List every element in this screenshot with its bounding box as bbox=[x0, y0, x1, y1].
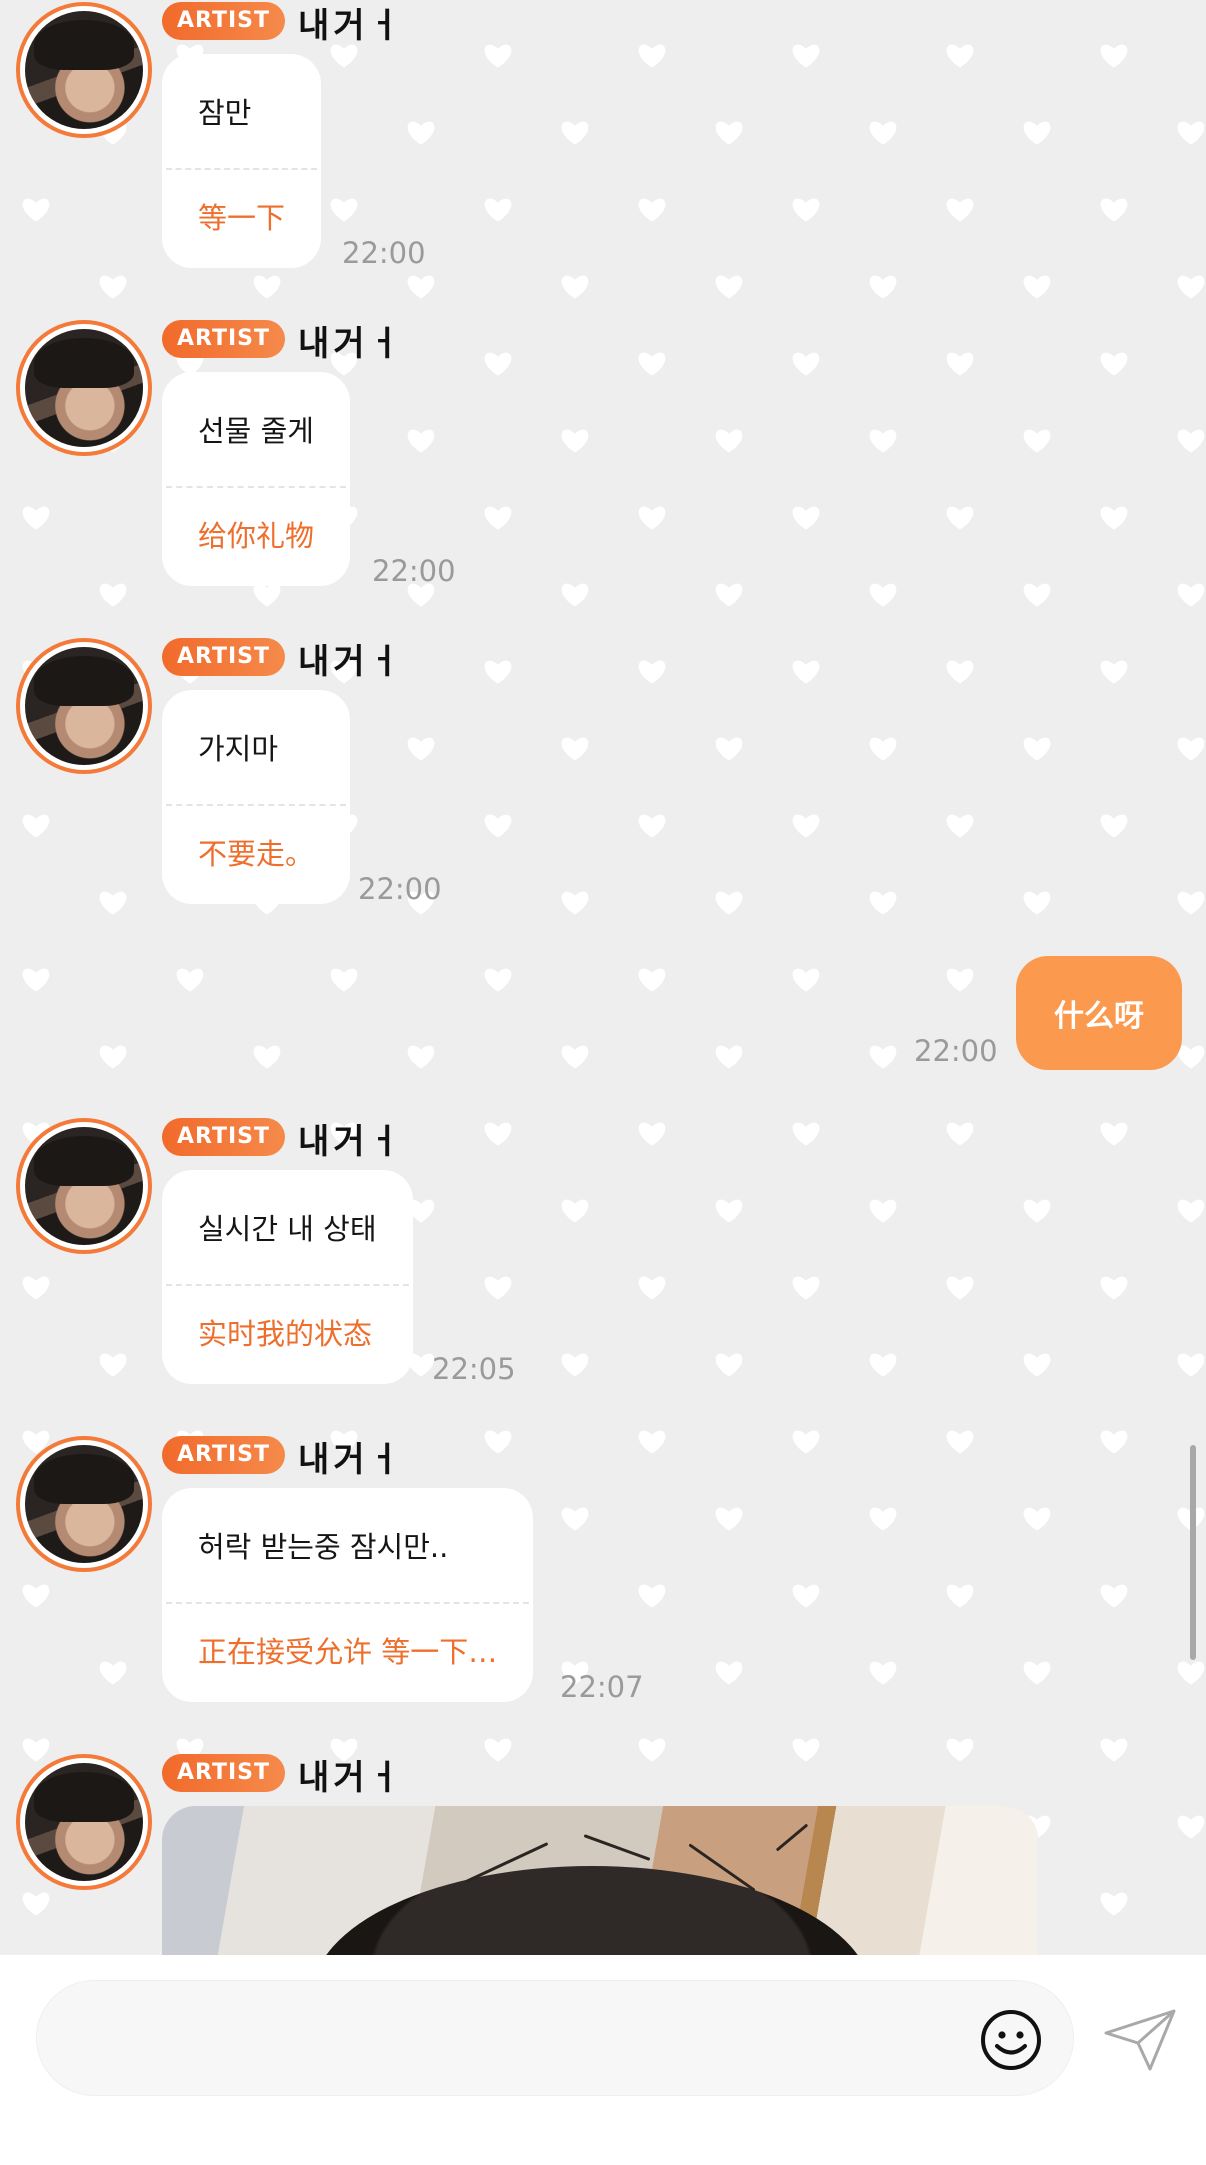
artist-badge: ARTIST bbox=[162, 638, 286, 676]
message-bubble[interactable]: 선물 줄게 给你礼物 bbox=[162, 372, 351, 586]
scrollbar[interactable] bbox=[1190, 1445, 1196, 1660]
message-time: 22:00 bbox=[358, 872, 442, 906]
message-time: 22:00 bbox=[342, 236, 426, 270]
artist-avatar[interactable] bbox=[16, 638, 152, 774]
sender-name: 내거ㅓ bbox=[298, 1758, 404, 1798]
artist-badge: ARTIST bbox=[162, 1118, 286, 1156]
original-text: 선물 줄게 bbox=[198, 414, 314, 448]
message-time: 22:00 bbox=[372, 554, 456, 588]
sender-name: 내거ㅓ bbox=[298, 6, 404, 46]
artist-badge: ARTIST bbox=[162, 320, 286, 358]
sender-name: 내거ㅓ bbox=[298, 324, 404, 364]
message-bubble[interactable]: 가지마 不要走。 bbox=[162, 690, 351, 904]
message-bubble[interactable]: 실시간 내 상태 实时我的状态 bbox=[162, 1170, 413, 1384]
smiley-icon[interactable] bbox=[978, 2007, 1044, 2073]
paper-plane-icon[interactable] bbox=[1100, 2003, 1180, 2077]
message-bubble[interactable]: 잠만 等一下 bbox=[162, 54, 322, 268]
translated-text: 不要走。 bbox=[198, 837, 315, 871]
artist-badge: ARTIST bbox=[162, 1754, 286, 1792]
artist-avatar[interactable] bbox=[16, 1754, 152, 1890]
my-message-bubble[interactable]: 什么呀 bbox=[1016, 956, 1182, 1070]
original-text: 실시간 내 상태 bbox=[198, 1212, 377, 1246]
original-text: 가지마 bbox=[198, 732, 279, 766]
artist-avatar[interactable] bbox=[16, 320, 152, 456]
message-composer bbox=[0, 1955, 1206, 2165]
chat-message-list[interactable]: ARTIST 내거ㅓ 잠만 等一下 22:00 ARTIST 내거ㅓ 선물 줄게… bbox=[0, 0, 1206, 1955]
artist-badge: ARTIST bbox=[162, 2, 286, 40]
sender-name: 내거ㅓ bbox=[298, 1440, 404, 1480]
original-text: 허락 받는중 잠시만.. bbox=[198, 1530, 449, 1564]
message-time: 22:05 bbox=[432, 1352, 516, 1386]
translated-text: 等一下 bbox=[198, 201, 286, 235]
sender-name: 내거ㅓ bbox=[298, 1122, 404, 1162]
artist-badge: ARTIST bbox=[162, 1436, 286, 1474]
translated-text: 正在接受允许 等一下… bbox=[198, 1635, 498, 1669]
message-bubble[interactable]: 허락 받는중 잠시만.. 正在接受允许 等一下… bbox=[162, 1488, 534, 1702]
artist-avatar[interactable] bbox=[16, 1436, 152, 1572]
message-input[interactable] bbox=[36, 1980, 1074, 2096]
sender-name: 내거ㅓ bbox=[298, 642, 404, 682]
photo-attachment[interactable] bbox=[162, 1806, 1038, 1955]
translated-text: 实时我的状态 bbox=[198, 1317, 373, 1351]
translated-text: 给你礼物 bbox=[198, 519, 315, 553]
message-time: 22:07 bbox=[560, 1670, 644, 1704]
original-text: 잠만 bbox=[198, 96, 252, 130]
artist-avatar[interactable] bbox=[16, 1118, 152, 1254]
artist-avatar[interactable] bbox=[16, 2, 152, 138]
message-time: 22:00 bbox=[914, 1034, 998, 1068]
